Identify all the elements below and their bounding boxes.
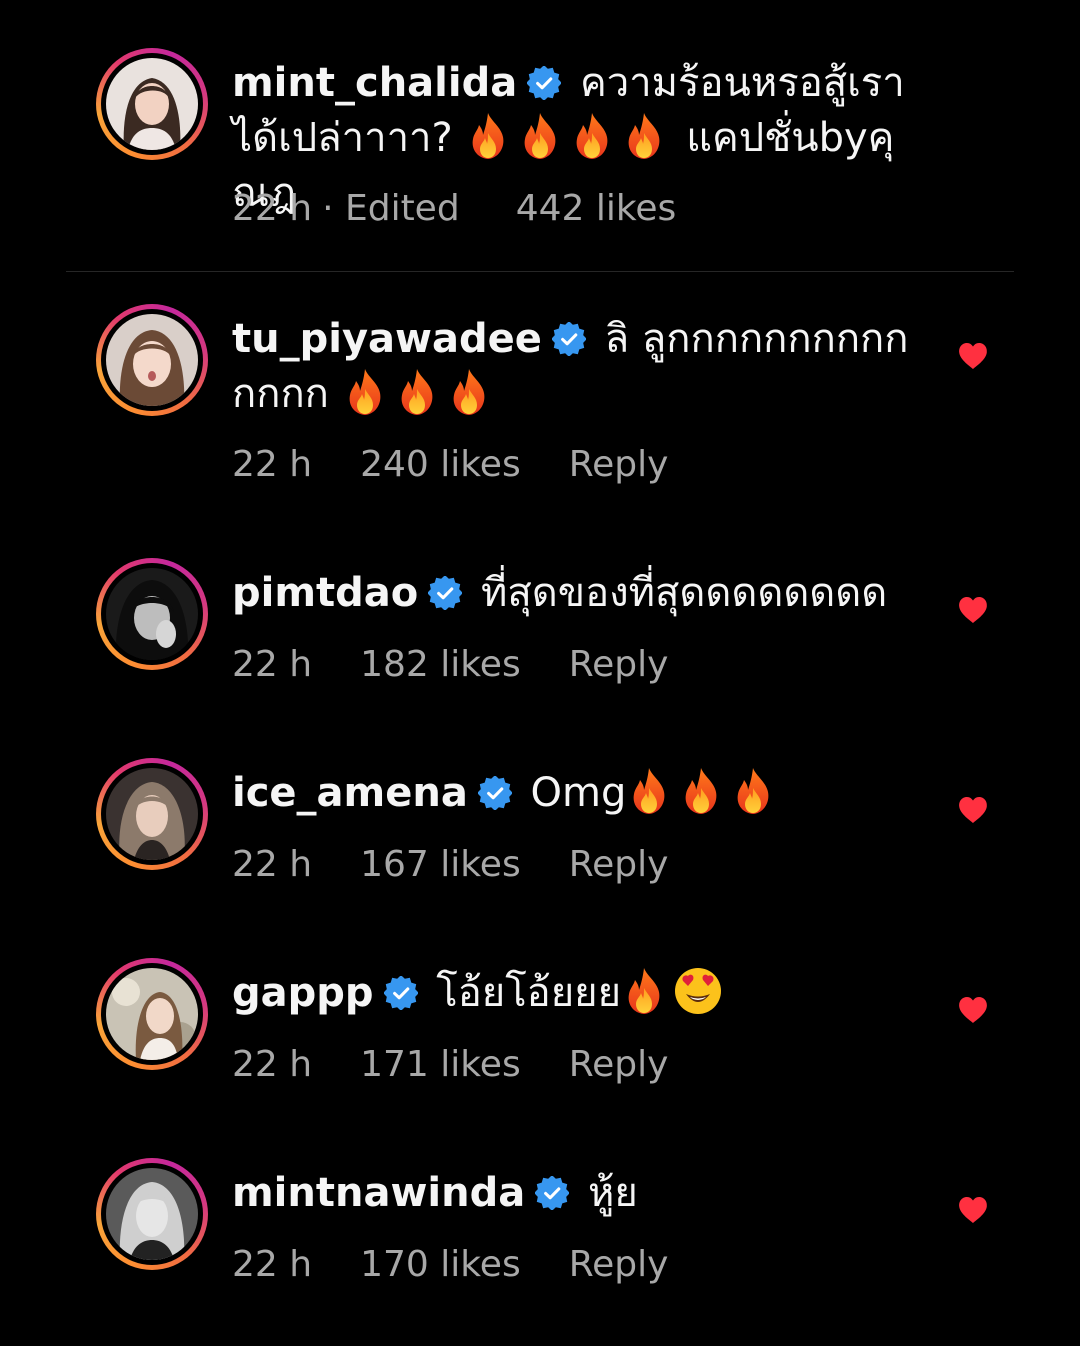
fire-icon	[342, 367, 388, 417]
story-ring[interactable]	[96, 304, 208, 416]
username[interactable]: tu_piyawadee	[232, 316, 542, 362]
like-count[interactable]: 240 likes	[360, 444, 521, 485]
verified-badge-icon	[478, 776, 512, 810]
like-count[interactable]: 170 likes	[360, 1244, 521, 1285]
story-ring[interactable]	[96, 958, 208, 1070]
comment-text: ที่สุดของที่สุดดดดดดดด	[480, 570, 888, 616]
fire-icon	[465, 111, 511, 161]
reply-button[interactable]: Reply	[569, 1244, 669, 1285]
fire-icon	[621, 111, 667, 161]
fire-emoji-group	[626, 770, 782, 816]
story-ring[interactable]	[96, 48, 208, 160]
comment-body: pimtdao ที่สุดของที่สุดดดดดดดด	[232, 566, 922, 621]
fire-emoji-group	[465, 115, 673, 161]
reply-button[interactable]: Reply	[569, 444, 669, 485]
like-count[interactable]: 171 likes	[360, 1044, 521, 1085]
verified-badge-icon	[535, 1176, 569, 1210]
username[interactable]: mintnawinda	[232, 1170, 525, 1216]
avatar[interactable]	[106, 968, 198, 1060]
fire-icon	[678, 766, 724, 816]
timestamp: 22 h	[232, 844, 313, 885]
comment-body: mintnawinda หู้ย	[232, 1166, 922, 1221]
comment-meta: 22 h 240 likes Reply	[232, 444, 716, 485]
fire-icon	[446, 367, 492, 417]
fire-icon	[517, 111, 563, 161]
timestamp: 22 h	[232, 188, 313, 229]
username[interactable]: mint_chalida	[232, 60, 517, 106]
username[interactable]: ice_amena	[232, 770, 468, 816]
fire-emoji-group	[621, 970, 673, 1016]
timestamp: 22 h	[232, 1244, 313, 1285]
heart-icon[interactable]	[958, 596, 988, 624]
fire-emoji-group	[342, 371, 498, 417]
reply-button[interactable]: Reply	[569, 1044, 669, 1085]
fire-icon	[626, 766, 672, 816]
comment-body: tu_piyawadee ลิ ลูกกกกกกกกกกกกกก	[232, 312, 922, 422]
timestamp: 22 h	[232, 644, 313, 685]
timestamp: 22 h	[232, 1044, 313, 1085]
like-count[interactable]: 442 likes	[516, 188, 677, 229]
avatar[interactable]	[106, 314, 198, 406]
reply-button[interactable]: Reply	[569, 844, 669, 885]
username[interactable]: gappp	[232, 970, 374, 1016]
avatar[interactable]	[106, 768, 198, 860]
heart-icon[interactable]	[958, 996, 988, 1024]
verified-badge-icon	[552, 322, 586, 356]
verified-badge-icon	[384, 976, 418, 1010]
story-ring[interactable]	[96, 1158, 208, 1270]
like-count[interactable]: 167 likes	[360, 844, 521, 885]
fire-icon	[394, 367, 440, 417]
fire-icon	[730, 766, 776, 816]
comment-meta: 22 h 167 likes Reply	[232, 844, 716, 885]
fire-icon	[569, 111, 615, 161]
username[interactable]: pimtdao	[232, 570, 418, 616]
divider	[66, 271, 1014, 272]
comment-meta: 22 h 170 likes Reply	[232, 1244, 716, 1285]
heart-eyes-icon	[673, 966, 723, 1016]
comment-meta: 22 h 182 likes Reply	[232, 644, 716, 685]
comment-text: โอ้ยโอ้ยยย	[436, 970, 622, 1016]
comment-text: Omg	[530, 770, 627, 816]
comment-meta: 22 h 171 likes Reply	[232, 1044, 716, 1085]
story-ring[interactable]	[96, 758, 208, 870]
reply-button[interactable]: Reply	[569, 644, 669, 685]
verified-badge-icon	[527, 66, 561, 100]
fire-icon	[621, 966, 667, 1016]
timestamp: 22 h	[232, 444, 313, 485]
comment-body: ice_amena Omg	[232, 766, 922, 821]
story-ring[interactable]	[96, 558, 208, 670]
heart-icon[interactable]	[958, 796, 988, 824]
avatar[interactable]	[106, 58, 198, 150]
verified-badge-icon	[428, 576, 462, 610]
comment-text: หู้ย	[587, 1170, 638, 1216]
edited-label: · Edited	[322, 188, 460, 229]
heart-icon[interactable]	[958, 342, 988, 370]
comment-body: gappp โอ้ยโอ้ยยย	[232, 966, 922, 1021]
like-count[interactable]: 182 likes	[360, 644, 521, 685]
avatar[interactable]	[106, 1168, 198, 1260]
avatar[interactable]	[106, 568, 198, 660]
heart-icon[interactable]	[958, 1196, 988, 1224]
caption-meta: 22 h · Edited 442 likes	[232, 188, 724, 229]
